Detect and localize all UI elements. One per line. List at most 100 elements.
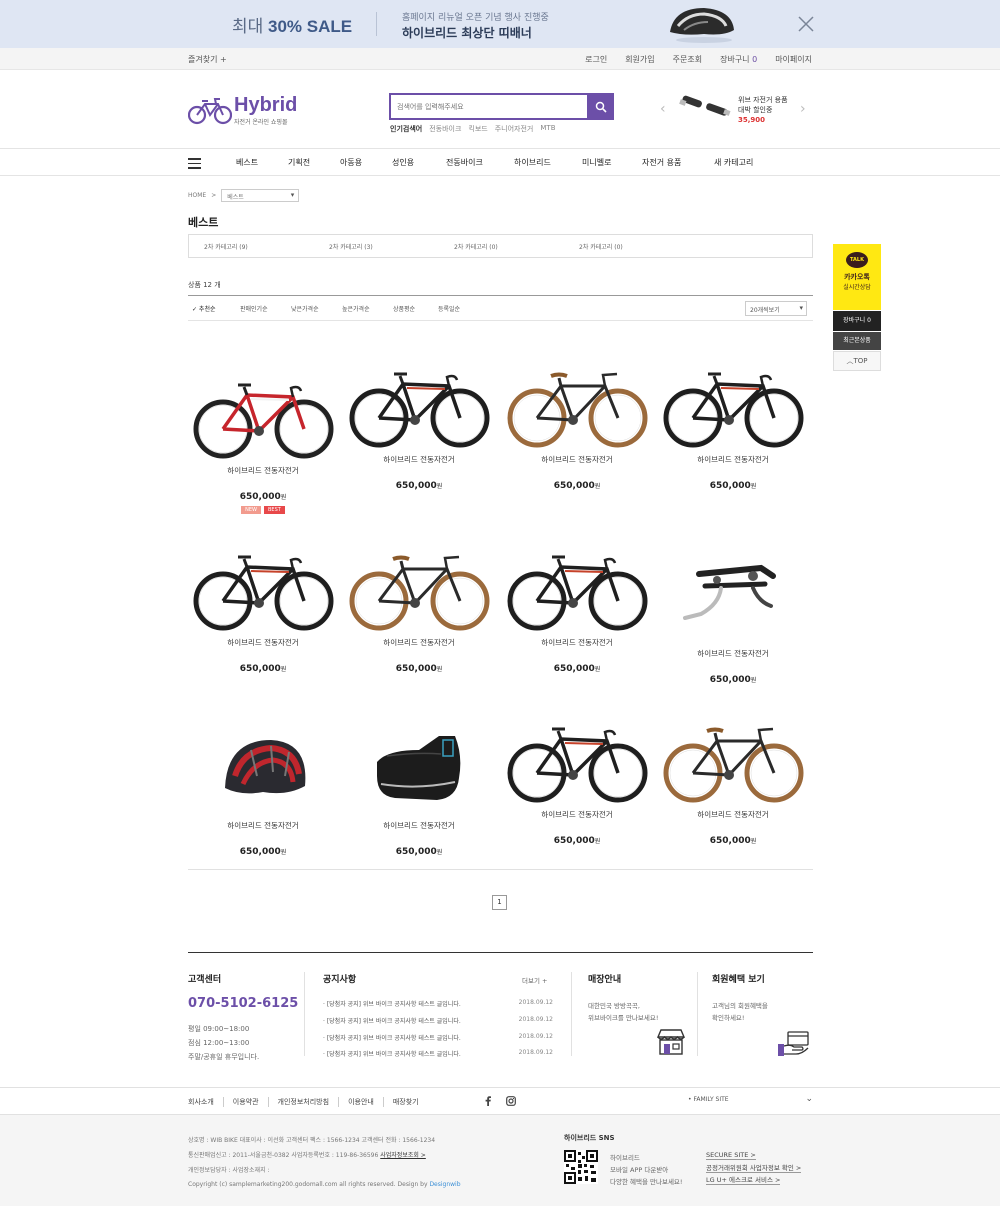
- product-card[interactable]: 하이브리드 전동자전거 650,000원: [658, 360, 808, 491]
- sort-recommended[interactable]: ✓ 추천순: [192, 304, 216, 313]
- product-image[interactable]: [502, 360, 652, 450]
- product-card[interactable]: 하이브리드 전동자전거 650,000원: [502, 360, 652, 491]
- product-image[interactable]: [658, 360, 808, 450]
- product-card[interactable]: 하이브리드 전동자전거 650,000원: [658, 543, 808, 685]
- product-image[interactable]: [188, 543, 338, 633]
- product-card[interactable]: 하이브리드 전동자전거 650,000원: [188, 715, 338, 857]
- nav-item-special[interactable]: 기획전: [288, 157, 310, 168]
- product-name[interactable]: 하이브리드 전동자전거: [344, 454, 494, 465]
- page-number-button[interactable]: 1: [492, 895, 507, 910]
- footer-link[interactable]: 이용약관: [222, 1097, 268, 1107]
- product-name[interactable]: 하이브리드 전동자전거: [658, 809, 808, 820]
- product-image[interactable]: [188, 371, 338, 461]
- product-name[interactable]: 하이브리드 전동자전거: [502, 637, 652, 648]
- footer-link[interactable]: 매장찾기: [382, 1097, 428, 1107]
- sort-popular[interactable]: 판매인기순: [240, 304, 268, 313]
- ftc-link[interactable]: 공정거래위원회 사업자정보 확인 >: [706, 1162, 802, 1173]
- popular-keyword[interactable]: 킥보드: [468, 124, 487, 134]
- escrow-link[interactable]: LG U+ 에스크로 서비스 >: [706, 1174, 781, 1185]
- popular-keyword[interactable]: 전동바이크: [429, 124, 461, 134]
- product-card[interactable]: 하이브리드 전동자전거 650,000원 NEW BEST: [188, 360, 338, 514]
- product-card[interactable]: 하이브리드 전동자전거 650,000원: [188, 543, 338, 674]
- product-name[interactable]: 하이브리드 전동자전거: [188, 637, 338, 648]
- nav-item-minivelo[interactable]: 미니벨로: [582, 157, 611, 168]
- product-card[interactable]: 하이브리드 전동자전거 650,000원: [344, 543, 494, 674]
- nav-item-kids[interactable]: 아동용: [340, 157, 362, 168]
- product-image[interactable]: [344, 726, 494, 816]
- product-name[interactable]: 하이브리드 전동자전거: [188, 820, 338, 831]
- nav-item-adult[interactable]: 성인용: [392, 157, 414, 168]
- store-icon[interactable]: [656, 1028, 686, 1056]
- sort-reviews[interactable]: 상품평순: [393, 304, 415, 313]
- notice-more-link[interactable]: 더보기 +: [522, 975, 547, 985]
- subcategory-link[interactable]: 2차 카테고리 (0): [579, 242, 623, 251]
- product-card[interactable]: 하이브리드 전동자전거 650,000원: [502, 715, 652, 846]
- secure-site-link[interactable]: SECURE SITE >: [706, 1151, 756, 1160]
- login-link[interactable]: 로그인: [585, 54, 607, 65]
- biz-check-link[interactable]: 사업자정보조회 >: [380, 1152, 426, 1159]
- popular-keyword[interactable]: 주니어자전거: [495, 124, 534, 134]
- top-banner[interactable]: 최대 30% SALE 홈페이지 리뉴얼 오픈 기념 행사 진행중 하이브리드 …: [0, 0, 1000, 48]
- favorite-link[interactable]: 즐겨찾기 +: [188, 54, 227, 65]
- search-button[interactable]: [587, 93, 614, 120]
- handlebar-grip-image[interactable]: [678, 92, 734, 122]
- scroll-top-button[interactable]: ︿TOP: [833, 351, 881, 371]
- sort-newest[interactable]: 등록일순: [438, 304, 460, 313]
- facebook-icon[interactable]: [484, 1096, 492, 1106]
- product-image[interactable]: [344, 360, 494, 450]
- product-image[interactable]: [502, 715, 652, 805]
- chevron-left-icon[interactable]: ‹: [660, 101, 666, 117]
- product-name[interactable]: 하이브리드 전동자전거: [502, 809, 652, 820]
- nav-item-ebike[interactable]: 전동바이크: [446, 157, 483, 168]
- breadcrumb-category-select[interactable]: 베스트: [221, 189, 300, 202]
- notice-item[interactable]: · [당첨자 공지] 위브 바이크 공지사항 테스트 글입니다. 2018.09.…: [323, 999, 553, 1008]
- hamburger-menu-icon[interactable]: [188, 158, 201, 169]
- signup-link[interactable]: 회원가입: [625, 54, 654, 65]
- product-card[interactable]: 하이브리드 전동자전거 650,000원: [502, 543, 652, 674]
- quick-cart-button[interactable]: 장바구니 0: [833, 311, 881, 331]
- bicycle-logo-icon[interactable]: [188, 96, 232, 126]
- quick-recent-button[interactable]: 최근본상품: [833, 332, 881, 350]
- nav-item-hybrid[interactable]: 하이브리드: [514, 157, 551, 168]
- subcategory-link[interactable]: 2차 카테고리 (3): [329, 242, 373, 251]
- footer-link[interactable]: 이용안내: [338, 1097, 383, 1107]
- product-card[interactable]: 하이브리드 전동자전거 650,000원: [344, 360, 494, 491]
- order-lookup-link[interactable]: 주문조회: [673, 54, 702, 65]
- product-name[interactable]: 하이브리드 전동자전거: [344, 637, 494, 648]
- footer-link[interactable]: 회사소개: [188, 1097, 223, 1107]
- subcategory-link[interactable]: 2차 카테고리 (9): [204, 242, 248, 251]
- close-icon[interactable]: [796, 14, 816, 34]
- notice-item[interactable]: · [당첨자 공지] 위브 바이크 공지사항 테스트 글입니다. 2018.09.…: [323, 1049, 553, 1058]
- product-card[interactable]: 하이브리드 전동자전거 650,000원: [344, 715, 494, 857]
- product-image[interactable]: [658, 554, 808, 644]
- logo-title[interactable]: Hybrid: [234, 94, 297, 117]
- cart-link[interactable]: 장바구니 0: [720, 54, 757, 65]
- product-name[interactable]: 하이브리드 전동자전거: [658, 454, 808, 465]
- kakao-talk-button[interactable]: TALK 카카오톡 실시간상담: [833, 244, 881, 310]
- designer-link[interactable]: Designwib: [429, 1181, 460, 1188]
- product-name[interactable]: 하이브리드 전동자전거: [344, 820, 494, 831]
- per-page-select[interactable]: 20개씩보기: [745, 301, 807, 316]
- nav-item-accessories[interactable]: 자전거 용품: [642, 157, 681, 168]
- notice-item[interactable]: · [당첨자 공지] 위브 바이크 공지사항 테스트 글입니다. 2018.09.…: [323, 1016, 553, 1025]
- instagram-icon[interactable]: [506, 1096, 516, 1106]
- nav-item-new-category[interactable]: 새 카테고리: [714, 157, 753, 168]
- family-site-select[interactable]: FAMILY SITE⌄: [688, 1094, 813, 1104]
- breadcrumb-home[interactable]: HOME: [188, 192, 206, 199]
- notice-item[interactable]: · [당첨자 공지] 위브 바이크 공지사항 테스트 글입니다. 2018.09.…: [323, 1033, 553, 1042]
- product-card[interactable]: 하이브리드 전동자전거 650,000원: [658, 715, 808, 846]
- sort-low-price[interactable]: 낮은가격순: [291, 304, 319, 313]
- product-name[interactable]: 하이브리드 전동자전거: [188, 465, 338, 476]
- product-image[interactable]: [188, 726, 338, 816]
- product-image[interactable]: [658, 715, 808, 805]
- subcategory-link[interactable]: 2차 카테고리 (0): [454, 242, 498, 251]
- popular-keyword[interactable]: MTB: [540, 124, 555, 134]
- sort-high-price[interactable]: 높은가격순: [342, 304, 370, 313]
- mypage-link[interactable]: 마이페이지: [775, 54, 812, 65]
- card-hand-icon[interactable]: [776, 1030, 812, 1056]
- chevron-right-icon[interactable]: ›: [800, 101, 806, 117]
- product-image[interactable]: [344, 543, 494, 633]
- footer-link[interactable]: 개인정보처리방침: [267, 1097, 339, 1107]
- search-input[interactable]: [397, 99, 577, 115]
- product-name[interactable]: 하이브리드 전동자전거: [502, 454, 652, 465]
